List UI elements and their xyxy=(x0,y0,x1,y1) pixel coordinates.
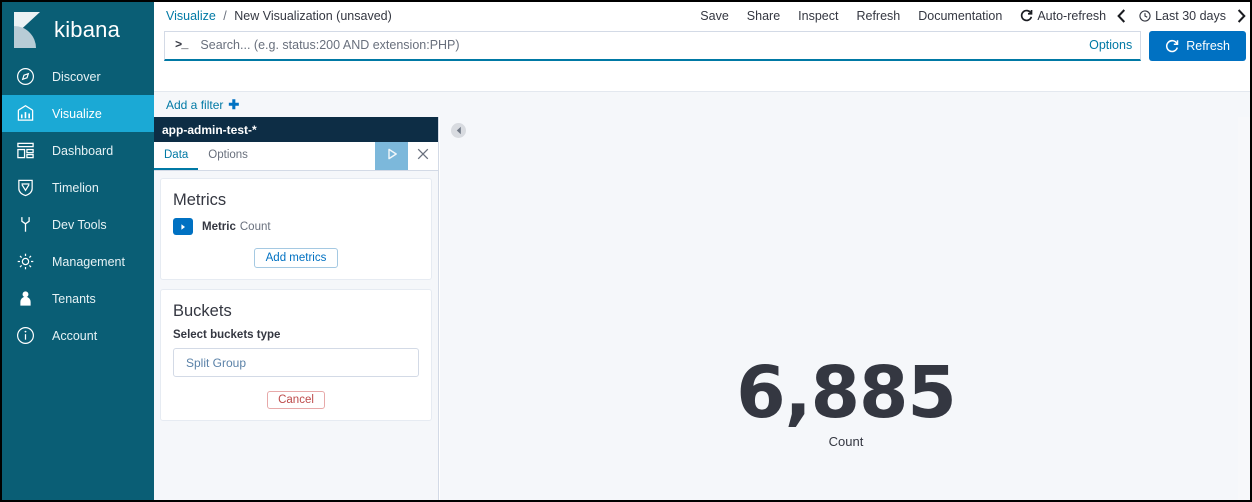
buckets-card: Buckets Select buckets type Split Group … xyxy=(160,289,432,421)
close-icon xyxy=(417,147,429,165)
documentation-button[interactable]: Documentation xyxy=(909,9,1011,23)
chevron-right-icon[interactable] xyxy=(1230,8,1250,23)
refresh-icon xyxy=(1165,39,1179,53)
index-pattern-header: app-admin-test-* xyxy=(154,117,438,142)
metric-visualization: 6,885 Count xyxy=(440,351,1250,449)
auto-refresh-button[interactable]: Auto-refresh xyxy=(1011,9,1110,23)
tab-data[interactable]: Data xyxy=(154,142,199,170)
sidebar-item-label: Timelion xyxy=(52,180,99,195)
chevron-left-icon[interactable] xyxy=(1110,8,1133,23)
global-nav-sidebar: kibana Discover Visualize Dashboard Time… xyxy=(2,2,154,500)
sidebar-item-label: Tenants xyxy=(52,291,96,306)
sidebar-item-account[interactable]: Account xyxy=(2,317,154,354)
refresh-query-button[interactable]: Refresh xyxy=(1149,30,1246,61)
add-filter-button[interactable]: Add a filter ✚ xyxy=(166,97,239,113)
buckets-title: Buckets xyxy=(173,302,232,320)
info-icon xyxy=(12,324,38,348)
index-pattern-name: app-admin-test-* xyxy=(162,122,257,137)
apply-changes-button[interactable] xyxy=(375,142,408,170)
refresh-cycle-icon xyxy=(1020,9,1033,22)
sidebar-item-label: Visualize xyxy=(52,106,102,121)
triangle-right-icon[interactable] xyxy=(173,218,193,235)
breadcrumb-root-link[interactable]: Visualize xyxy=(166,9,216,23)
sidebar-item-visualize[interactable]: Visualize xyxy=(2,95,154,132)
sidebar-item-label: Dashboard xyxy=(52,143,114,158)
add-metrics-button[interactable]: Add metrics xyxy=(253,248,339,268)
chevron-left-circle-icon[interactable] xyxy=(451,123,466,138)
refresh-button[interactable]: Refresh xyxy=(847,9,909,23)
buckets-type-selected-value: Split Group xyxy=(186,355,247,370)
sidebar-item-management[interactable]: Management xyxy=(2,243,154,280)
add-metrics-row: Add metrics xyxy=(173,248,419,268)
compass-icon xyxy=(12,65,38,89)
auto-refresh-label: Auto-refresh xyxy=(1037,8,1107,23)
right-scroll-strip[interactable] xyxy=(1238,117,1250,500)
timelion-icon xyxy=(12,176,38,200)
bar-chart-icon xyxy=(12,102,38,126)
metric-agg-label: Metric xyxy=(202,220,236,233)
tab-spacer xyxy=(258,142,375,170)
gear-icon xyxy=(12,250,38,274)
query-options-link[interactable]: Options xyxy=(1081,38,1132,52)
tab-label: Options xyxy=(208,149,248,161)
sidebar-item-label: Discover xyxy=(52,69,101,84)
save-button[interactable]: Save xyxy=(691,9,738,23)
metrics-title: Metrics xyxy=(173,191,227,209)
time-picker-button[interactable]: Last 30 days xyxy=(1133,9,1230,23)
editor-panel-body: Metrics Metric Count Add metrics Buckets xyxy=(154,171,438,500)
inspect-button[interactable]: Inspect xyxy=(789,9,847,23)
cancel-button[interactable]: Cancel xyxy=(267,391,325,409)
search-field-wrapper[interactable]: >_ Options xyxy=(164,30,1142,61)
play-icon xyxy=(385,147,399,166)
kibana-logo-icon xyxy=(10,10,44,50)
close-editor-button[interactable] xyxy=(408,142,438,170)
buckets-type-select[interactable]: Split Group xyxy=(173,348,419,377)
sidebar-item-dev-tools[interactable]: Dev Tools xyxy=(2,206,154,243)
metrics-card: Metrics Metric Count Add metrics xyxy=(160,178,432,280)
sidebar-item-dashboard[interactable]: Dashboard xyxy=(2,132,154,169)
metric-value: 6,885 xyxy=(736,351,957,434)
kibana-app-window: kibana Discover Visualize Dashboard Time… xyxy=(0,0,1252,502)
filter-bar-spacer xyxy=(154,62,1250,91)
sidebar-item-label: Management xyxy=(52,254,125,269)
brand-home-link[interactable]: kibana xyxy=(2,2,154,58)
query-bar: >_ Options Refresh xyxy=(154,29,1250,62)
metric-agg-row[interactable]: Metric Count xyxy=(173,218,419,235)
buckets-type-label: Select buckets type xyxy=(173,329,281,341)
buckets-actions-row: Cancel xyxy=(173,390,419,409)
top-bar: Visualize / New Visualization (unsaved) … xyxy=(154,2,1250,29)
filter-bar: Add a filter ✚ xyxy=(154,91,1250,117)
metric-agg-value: Count xyxy=(239,220,271,233)
sidebar-item-label: Account xyxy=(52,328,98,343)
sidebar-item-discover[interactable]: Discover xyxy=(2,58,154,95)
dashboard-icon xyxy=(12,139,38,163)
wrench-icon xyxy=(12,213,38,237)
metric-label: Count xyxy=(828,434,864,449)
add-filter-label: Add a filter xyxy=(166,97,224,112)
sidebar-item-timelion[interactable]: Timelion xyxy=(2,169,154,206)
sidebar-item-tenants[interactable]: Tenants xyxy=(2,280,154,317)
visualization-editor-panel: app-admin-test-* Data Options Metrics Me… xyxy=(154,117,439,500)
tab-options[interactable]: Options xyxy=(198,142,258,170)
top-nav-actions: Save Share Inspect Refresh Documentation… xyxy=(691,8,1250,23)
tab-label: Data xyxy=(164,149,189,161)
sidebar-item-label: Dev Tools xyxy=(52,217,107,232)
time-picker-label: Last 30 days xyxy=(1155,8,1226,23)
refresh-button-label: Refresh xyxy=(1186,38,1230,53)
breadcrumb-current: New Visualization (unsaved) xyxy=(234,8,392,23)
share-button[interactable]: Share xyxy=(738,9,789,23)
user-icon xyxy=(12,287,38,311)
breadcrumb-separator: / xyxy=(223,8,227,23)
search-input[interactable] xyxy=(198,37,1082,53)
prompt-icon: >_ xyxy=(175,38,188,52)
visualization-canvas: 6,885 Count xyxy=(440,117,1250,500)
editor-tabs: Data Options xyxy=(154,142,438,171)
brand-name: kibana xyxy=(54,17,121,42)
breadcrumb: Visualize / New Visualization (unsaved) xyxy=(166,9,392,23)
clock-icon xyxy=(1139,9,1151,22)
plus-icon: ✚ xyxy=(228,96,240,112)
